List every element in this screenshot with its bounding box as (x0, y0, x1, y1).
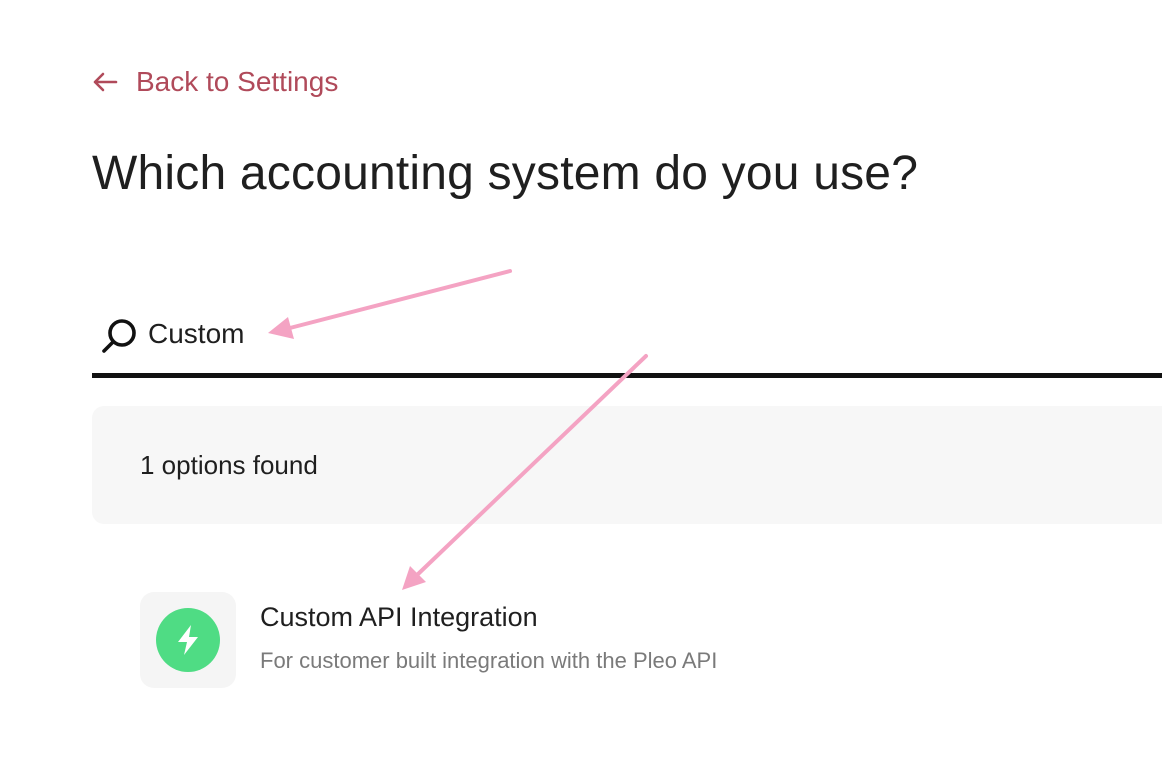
arrow-left-icon (92, 71, 118, 93)
back-to-settings-link[interactable]: Back to Settings (92, 66, 338, 98)
results-summary: 1 options found (92, 406, 1162, 524)
search-field[interactable] (92, 300, 1162, 378)
results-count: 1 options found (140, 450, 318, 480)
accounting-system-page: Back to Settings Which accounting system… (0, 0, 1162, 778)
page-title: Which accounting system do you use? (92, 147, 919, 200)
search-icon (100, 316, 140, 361)
option-logo (140, 592, 236, 688)
back-to-settings-label: Back to Settings (136, 66, 339, 97)
option-custom-api-integration[interactable]: Custom API Integration For customer buil… (140, 592, 840, 688)
option-description: For customer built integration with the … (260, 648, 718, 673)
lightning-bolt-icon (156, 608, 220, 672)
option-title: Custom API Integration (260, 602, 538, 632)
search-input[interactable] (148, 312, 1048, 356)
